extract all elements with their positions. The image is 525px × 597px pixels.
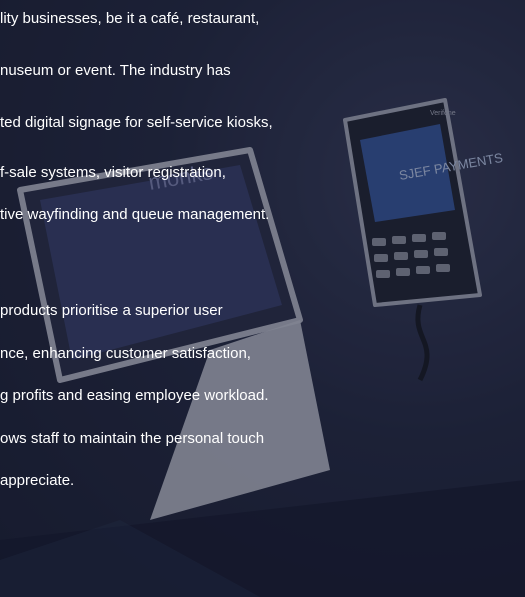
text-line: appreciate. xyxy=(0,472,75,489)
dark-overlay xyxy=(0,0,525,597)
hero-section: monks SJEF PAYMENTS Verifone lity busine… xyxy=(0,0,525,597)
text-line: g profits and easing employee workload. xyxy=(0,387,269,404)
text-line: tive wayfinding and queue management. xyxy=(0,206,270,223)
text-line: ted digital signage for self-service kio… xyxy=(0,114,273,131)
text-line: f-sale systems, visitor registration, xyxy=(0,164,226,181)
text-line: products prioritise a superior user xyxy=(0,302,223,319)
text-line: ows staff to maintain the personal touch xyxy=(0,430,265,447)
text-line: lity businesses, be it a café, restauran… xyxy=(0,10,260,27)
text-line: nuseum or event. The industry has xyxy=(0,62,231,79)
text-line: nce, enhancing customer satisfaction, xyxy=(0,345,251,362)
